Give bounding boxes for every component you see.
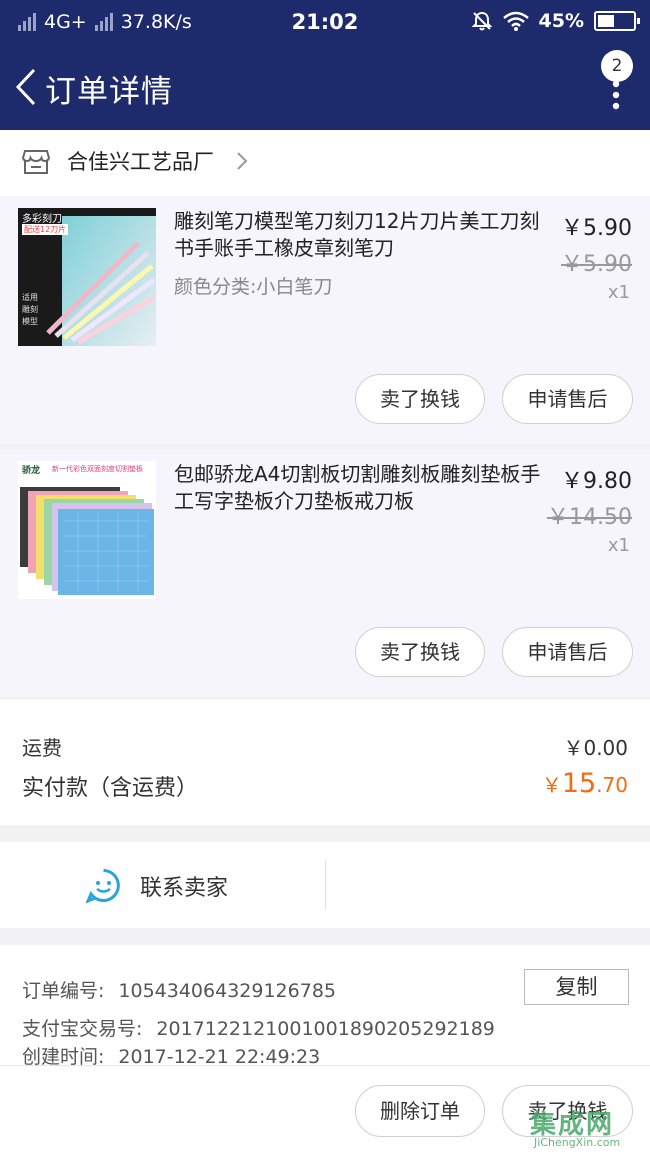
after-sale-button[interactable]: 申请售后 [502,374,633,424]
resell-button[interactable]: 卖了换钱 [355,374,485,424]
more-menu-icon[interactable] [612,80,620,110]
shop-name[interactable]: 合佳兴工艺品厂 [67,146,214,176]
svg-text:适用: 适用 [22,292,38,302]
thumbnail-subcaption: 配送12刀片 [22,224,69,235]
svg-text:雕刻: 雕刻 [22,304,38,314]
order-number-row: 订单编号: 105434064329126785 [22,976,336,1003]
wifi-icon [502,11,529,31]
original-price: ￥14.50 [547,505,632,530]
original-price: ￥5.90 [561,252,632,277]
total-decimal: .70 [596,773,628,797]
store-icon [22,150,50,174]
total-integer: 15 [561,768,597,799]
resell-button[interactable]: 卖了换钱 [355,627,485,677]
watermark: 集成网 JiChengXin.com [528,1104,646,1154]
thumbnail-subcaption: 新一代彩色双面刻度切割垫板 [52,465,143,473]
bottom-action-bar: 删除订单 卖了换钱 集成网 JiChengXin.com [0,1065,650,1155]
alipay-number-label: 支付宝交易号: [22,1018,143,1040]
after-sale-button[interactable]: 申请售后 [502,627,633,677]
back-arrow-icon[interactable] [12,66,42,108]
product-price: ￥5.90 [561,216,632,241]
order-info: 订单编号: 105434064329126785 复制 支付宝交易号: 201712… [0,945,650,1068]
product-title[interactable]: 包邮骄龙A4切割板切割雕刻板雕刻垫板手工写字垫板介刀垫板戒刀板 [174,461,549,515]
payment-summary: 运费 ￥0.00 实付款（含运费） ￥15.70 [0,700,650,825]
divider [325,860,326,910]
message-badge[interactable]: 2 [601,50,633,82]
delete-order-button[interactable]: 删除订单 [355,1085,485,1137]
shipping-value: ￥0.00 [563,736,628,760]
product-spec: 颜色分类:小白笔刀 [174,276,333,298]
total-paid-label: 实付款（含运费） [22,776,199,801]
shipping-label: 运费 [22,736,62,760]
alipay-number-row: 支付宝交易号: 2017122121001001890205292189 [22,1014,495,1041]
product-quantity: x1 [607,282,630,303]
order-number-label: 订单编号: [22,980,105,1002]
mute-bell-icon [471,11,492,31]
total-currency: ￥ [541,773,562,797]
product-price: ￥9.80 [561,469,632,494]
alipay-number: 2017122121001001890205292189 [156,1018,495,1040]
order-number: 105434064329126785 [118,980,336,1002]
page-title: 订单详情 [45,74,173,110]
battery-icon [594,11,640,31]
nav-bar: 订单详情 2 [0,44,650,130]
shop-header[interactable]: 合佳兴工艺品厂 [0,130,650,196]
contact-seller-button[interactable]: 联系卖家 [140,870,228,902]
battery-percent: 45% [538,10,584,32]
contact-seller-bar: 联系卖家 [0,842,650,928]
product-title[interactable]: 雕刻笔刀模型笔刀刻刀12片刀片美工刀刻书手账手工橡皮章刻笔刀 [174,208,549,262]
chat-smile-icon[interactable] [86,868,121,903]
copy-button[interactable]: 复制 [524,969,629,1005]
thumbnail-caption: 骄龙 [22,466,41,476]
product-thumbnail[interactable]: 骄龙 新一代彩色双面刻度切割垫板 [18,461,156,599]
total-paid-value: ￥15.70 [542,768,628,799]
thumbnail-caption: 多彩刻刀 [22,214,62,225]
order-item[interactable]: 骄龙 新一代彩色双面刻度切割垫板 包邮骄龙A4切割板切割雕刻板雕刻垫板手工写字垫… [0,449,650,697]
order-item[interactable]: 适用 雕刻 模型 多彩刻刀 配送12刀片 雕刻笔刀模型笔刀刻刀12片刀片美工刀刻… [0,196,650,444]
product-quantity: x1 [607,535,630,556]
svg-text:模型: 模型 [22,316,38,326]
watermark-url: JiChengXin.com [534,1136,621,1149]
status-bar: 4G+ 37.8K/s 21:02 45% [0,0,650,44]
product-thumbnail[interactable]: 适用 雕刻 模型 多彩刻刀 配送12刀片 [18,208,156,346]
chevron-right-icon [237,152,248,170]
